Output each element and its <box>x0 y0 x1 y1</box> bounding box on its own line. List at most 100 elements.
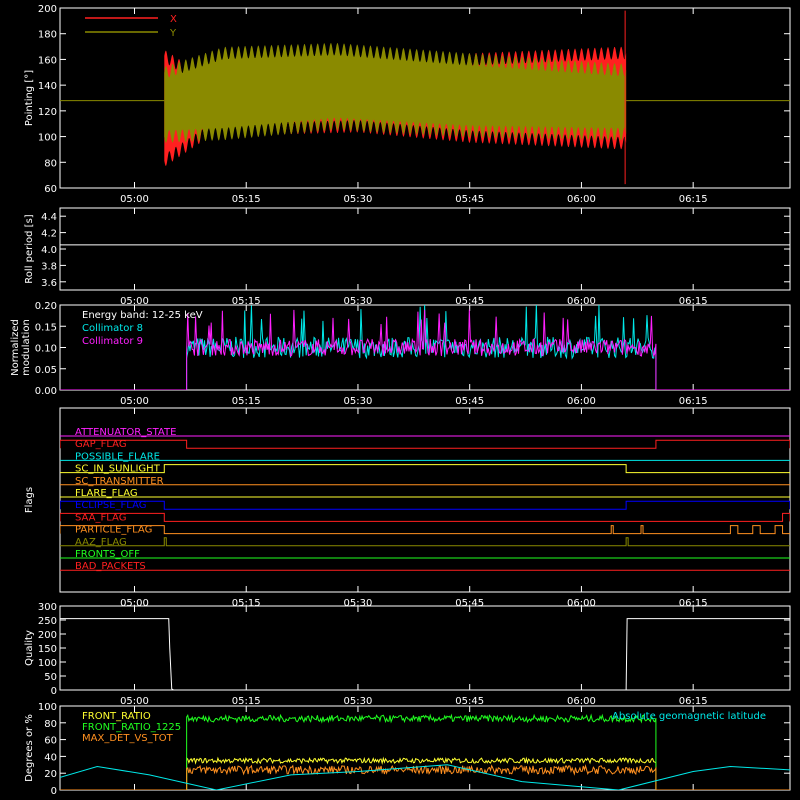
y-tick-label: 250 <box>38 616 57 627</box>
flag-label: SC_IN_SUNLIGHT <box>75 464 161 475</box>
x-tick-label: 05:45 <box>455 396 484 407</box>
y-axis-label: Quality <box>24 630 35 666</box>
x-tick-label: 06:00 <box>567 696 596 707</box>
y-tick-label: 200 <box>38 4 57 15</box>
legend-label: Y <box>169 28 177 39</box>
y-tick-label: 150 <box>38 644 57 655</box>
flag-label: SC_TRANSMITTER <box>75 476 164 487</box>
y-tick-label: 0.00 <box>35 386 57 397</box>
y-tick-label: 0.20 <box>35 301 57 312</box>
y-tick-label: 0 <box>51 686 57 697</box>
y-tick-label: 120 <box>38 107 57 118</box>
y-tick-label: 3.8 <box>41 261 57 272</box>
legend-label-right: Absolute geomagnetic latitude <box>612 711 766 722</box>
x-tick-label: 06:15 <box>679 396 708 407</box>
flag-label: FLARE_FLAG <box>75 488 138 499</box>
y-tick-label: 20 <box>44 769 57 780</box>
y-tick-label: 3.6 <box>41 278 57 289</box>
flag-label: ECLIPSE_FLAG <box>75 500 146 511</box>
series-collimator-9 <box>60 309 790 390</box>
flag-line-eclipse-flag <box>60 500 790 510</box>
flags-panel: Flags05:00 05:15 05:30 05:45 06:00 06:15ATTEN… <box>24 407 791 609</box>
y-axis-label: Degrees or % <box>24 714 35 782</box>
flag-label: SAA_FLAG <box>75 512 126 523</box>
flag-label: GAP_FLAG <box>75 439 127 450</box>
x-tick-label: 06:15 <box>679 696 708 707</box>
y-tick-label: 300 <box>38 602 57 613</box>
y-tick-label: 50 <box>44 672 57 683</box>
x-tick-label: 05:15 <box>232 194 261 205</box>
x-tick-label: 05:45 <box>455 696 484 707</box>
y-tick-label: 0.05 <box>35 365 57 376</box>
x-tick-label: 06:00 <box>567 194 596 205</box>
y-tick-label: 180 <box>38 30 57 41</box>
x-tick-label: 06:00 <box>567 396 596 407</box>
flag-label: ATTENUATOR_STATE <box>75 427 176 438</box>
y-tick-label: 80 <box>44 719 57 730</box>
x-tick-label: 05:30 <box>344 696 373 707</box>
y-axis-label: Flags <box>24 487 35 513</box>
y-axis-label: modulation <box>21 319 32 376</box>
x-tick-label: 05:30 <box>344 396 373 407</box>
quality-panel: Quality 0 50 100 150 200 250 300 05:00 05:15 05:30… <box>24 602 791 707</box>
flag-line-gap-flag <box>60 439 790 449</box>
y-axis-label: Roll period [s] <box>24 214 35 283</box>
y-tick-label: 100 <box>38 702 57 713</box>
y-axis-label: Pointing [°] <box>24 70 35 126</box>
x-tick-label: 05:15 <box>232 396 261 407</box>
flag-label: BAD_PACKETS <box>75 561 146 572</box>
legend-label: Collimator 8 <box>82 323 143 334</box>
flag-line-particle-flag <box>60 525 790 535</box>
y-tick-label: 100 <box>38 658 57 669</box>
geomagnetic-latitude-line <box>60 764 790 790</box>
y-tick-label: 4.4 <box>41 212 57 223</box>
chart-canvas: Pointing [°]608010012014016018020005:00 0… <box>10 4 791 797</box>
legend-label: X <box>170 14 177 25</box>
y-tick-label: 160 <box>38 55 57 66</box>
plot-area <box>60 435 790 571</box>
roll-period-panel: Roll period [s] 3.63.84.04.24.405:00 05:15… <box>24 207 791 307</box>
flag-line-saa-flag <box>60 512 790 522</box>
flag-line-aaz-flag <box>60 537 790 547</box>
y-tick-label: 80 <box>44 158 57 169</box>
series-max-det-vs-tot <box>60 764 790 790</box>
y-tick-label: 0 <box>51 786 57 797</box>
legend: Energy band: 12-25 keV Collimator 8 Collim… <box>82 310 203 347</box>
y-tick-label: 200 <box>38 630 57 641</box>
x-tick-label: 05:15 <box>232 696 261 707</box>
legend-label: MAX_DET_VS_TOT <box>82 733 174 744</box>
x-tick-label: 06:15 <box>679 194 708 205</box>
series-front-ratio <box>60 756 790 790</box>
modulation-panel: Normalized modulation0.00 0.05 0.10 0.15 0.20… <box>10 301 791 407</box>
flag-label: PARTICLE_FLAG <box>75 525 152 536</box>
x-tick-label: 05:00 <box>120 396 149 407</box>
y-tick-label: 4.0 <box>41 245 57 256</box>
y-axis-label: Normalized <box>10 319 21 376</box>
y-tick-label: 0.15 <box>35 322 57 333</box>
y-tick-label: 40 <box>44 752 57 763</box>
flag-label: FRONTS_OFF <box>75 549 140 560</box>
plot-frame <box>59 207 791 291</box>
y-tick-label: 60 <box>44 184 57 195</box>
y-tick-label: 0.10 <box>35 344 57 355</box>
x-tick-label: 05:30 <box>344 194 373 205</box>
ratios-panel: Degrees or % 0 20 40 60 80 100 FRONT_RATIOFRONT… <box>24 702 791 797</box>
flag-label: POSSIBLE_FLARE <box>75 451 160 462</box>
y-tick-label: 60 <box>44 736 57 747</box>
legend-label: Collimator 9 <box>82 336 143 347</box>
legend-label: FRONT_RATIO <box>82 711 151 722</box>
y-tick-label: 140 <box>38 81 57 92</box>
plot-area <box>60 618 790 690</box>
legend-label: Energy band: 12-25 keV <box>82 310 203 321</box>
y-tick-label: 4.2 <box>41 229 57 240</box>
x-tick-label: 05:00 <box>120 696 149 707</box>
legend-label: FRONT_RATIO_1225 <box>82 722 181 733</box>
y-tick-label: 100 <box>38 133 57 144</box>
x-tick-label: 05:45 <box>455 194 484 205</box>
legend: XY <box>85 14 177 39</box>
pointing-panel: Pointing [°] 60 80 100 120 140 160 180 200 05:00 0… <box>24 4 791 205</box>
x-tick-label: 05:00 <box>120 194 149 205</box>
quality-line <box>60 618 790 690</box>
flag-label: AAZ_FLAG <box>75 537 127 548</box>
flag-line-sc-in-sunlight <box>60 464 790 474</box>
